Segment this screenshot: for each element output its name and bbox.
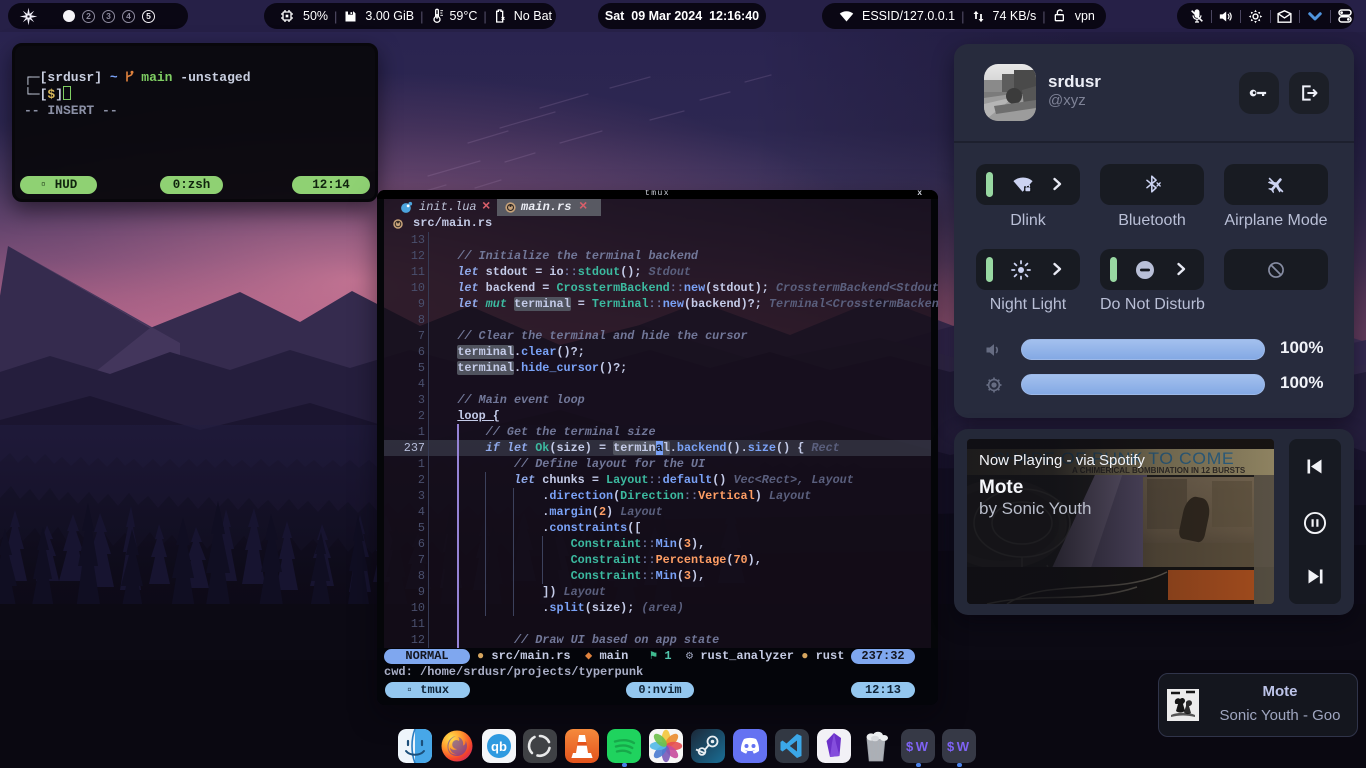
svg-text:$W: $W [906,739,929,754]
svg-text:$W: $W [947,739,970,754]
svg-text:qb: qb [491,739,507,754]
